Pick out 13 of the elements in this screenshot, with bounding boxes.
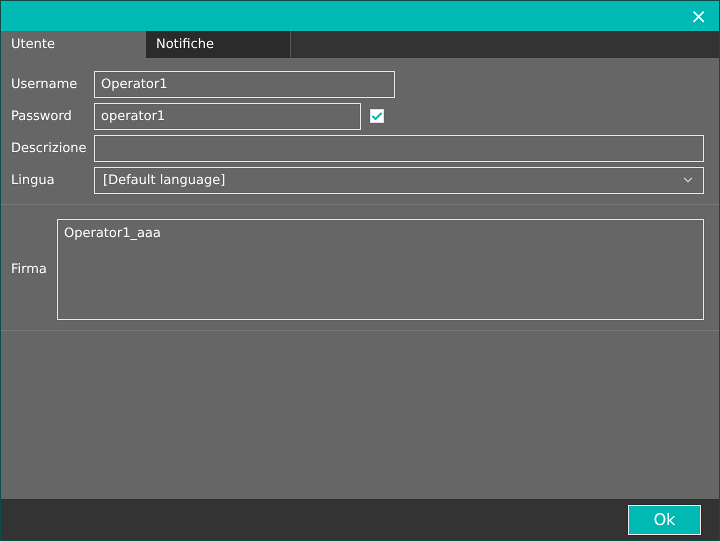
input-field[interactable]: Operator1 [94,70,395,98]
password-field[interactable]: operator1 [94,102,361,130]
field-label: Firma [11,262,48,277]
signature-field[interactable]: Operator1_aaa [57,219,704,320]
field-label: Descrizione [11,140,88,156]
input-field[interactable] [94,134,704,162]
field-label: Username [11,76,78,92]
language-dropdown[interactable]: [Default language] [94,166,704,194]
tab[interactable]: Utente [1,31,146,58]
field-label: Password [11,108,73,124]
field-label: Lingua [11,172,56,188]
checkbox[interactable] [370,109,384,123]
tab[interactable]: Notifiche [146,31,291,58]
